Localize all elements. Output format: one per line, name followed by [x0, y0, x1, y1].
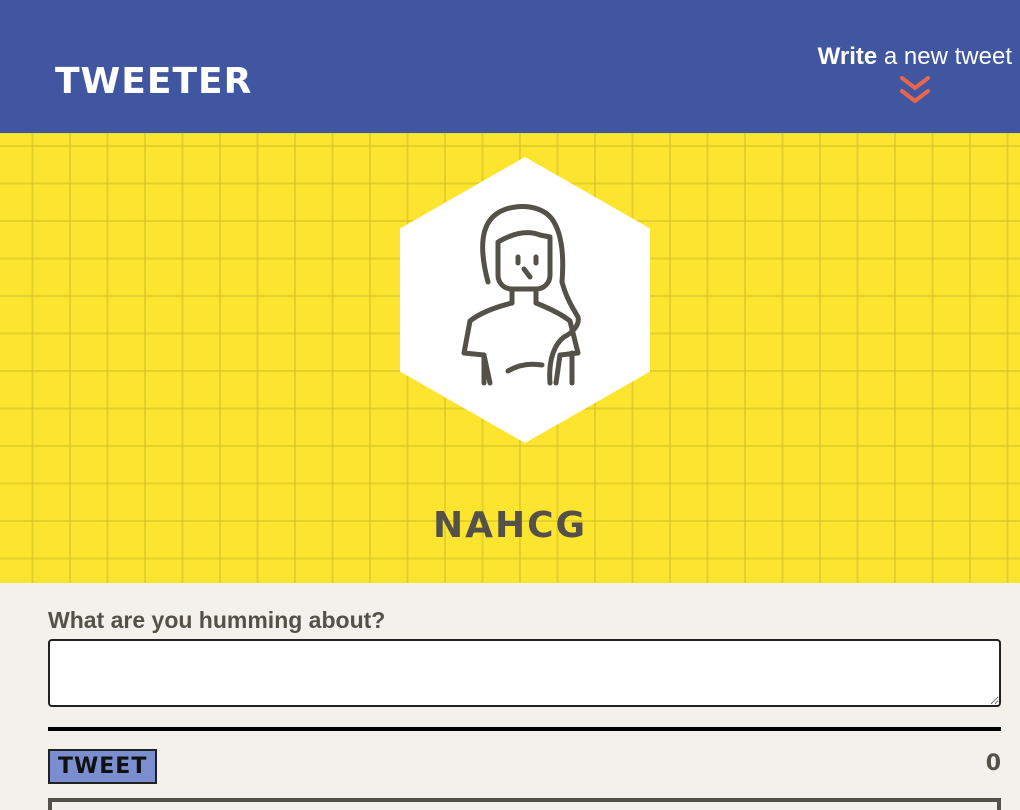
char-counter: 0	[985, 751, 1001, 776]
form-actions: TWEET 0	[48, 747, 1001, 784]
write-new-tweet-toggle[interactable]: Write a new tweet	[818, 42, 1012, 108]
double-chevron-down-icon[interactable]	[898, 74, 932, 108]
new-tweet-form: What are you humming about? TWEET 0	[48, 605, 1001, 784]
tweet-submit-button[interactable]: TWEET	[48, 749, 158, 784]
tweet-prompt-label: What are you humming about?	[48, 607, 386, 633]
profile-header: NAHCG	[0, 133, 1020, 583]
tweet-text-input[interactable]	[48, 639, 1001, 707]
new-tweet-label: a new tweet	[877, 43, 1012, 70]
form-divider	[48, 727, 1001, 731]
tweet-card	[48, 798, 1001, 810]
avatar	[400, 157, 650, 443]
top-nav: TWEETER Write a new tweet	[0, 0, 1020, 133]
user-handle: NAHCG	[432, 505, 588, 546]
write-label: Write	[817, 43, 878, 70]
brand-logo[interactable]: TWEETER	[55, 60, 252, 104]
woman-avatar-icon	[400, 157, 650, 443]
